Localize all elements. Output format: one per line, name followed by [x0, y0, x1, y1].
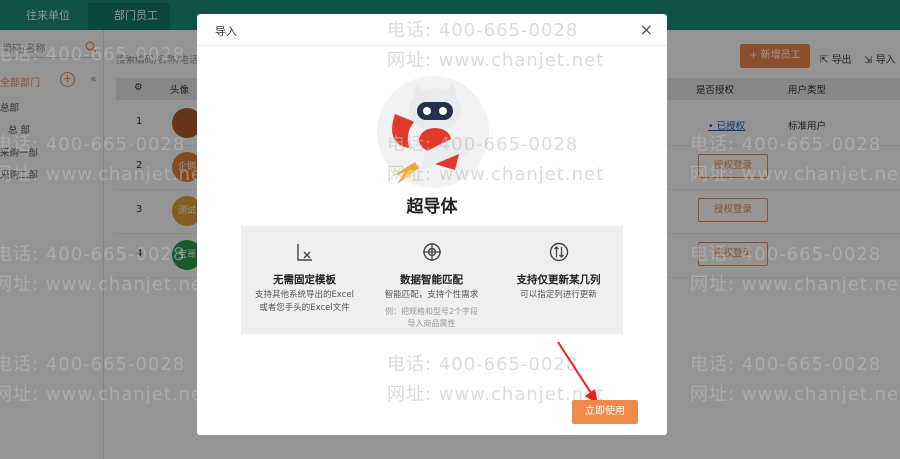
watermark: 电话: 400-665-0028 [387, 134, 579, 155]
watermark: 网址: www.chanjet.net [690, 384, 900, 405]
watermark: 网址: www.chanjet.net [690, 164, 900, 185]
watermark: 电话: 400-665-0028 [0, 134, 186, 155]
watermark: 网址: www.chanjet.net [0, 164, 212, 185]
watermark: 网址: www.chanjet.net [0, 274, 212, 295]
watermark: 电话: 400-665-0028 [0, 354, 186, 375]
use-now-button[interactable]: 立即使用 [572, 400, 638, 424]
watermark: 电话: 400-665-0028 [690, 134, 882, 155]
watermark: 电话: 400-665-0028 [387, 20, 579, 41]
watermark: 电话: 400-665-0028 [0, 244, 186, 265]
feature-update-columns: 支持仅更新某几列 可以指定列进行更新 [495, 226, 622, 334]
feature-note-line: 导入商品属性 [407, 319, 456, 328]
watermark: 电话: 400-665-0028 [690, 244, 882, 265]
watermark: 电话: 400-665-0028 [690, 354, 882, 375]
update-column-icon [549, 242, 568, 262]
feature-title: 数据智能匹配 [400, 274, 463, 286]
feature-title: 无需固定模板 [273, 274, 336, 286]
watermark: 网址: www.chanjet.net [690, 274, 900, 295]
close-icon[interactable]: × [640, 20, 653, 39]
feature-desc: 智能匹配，支持个性需求 [384, 290, 479, 300]
target-icon [422, 243, 441, 261]
watermark: 电话: 400-665-0028 [387, 354, 579, 375]
feature-smart-match: 数据智能匹配 智能匹配，支持个性需求 例：把规格和型号2个字段 导入商品属性 [368, 226, 495, 334]
feature-note-line: 例：把规格和型号2个字段 [384, 307, 479, 316]
feature-desc-line: 或者您手头的Excel文件 [259, 303, 350, 313]
watermark: 网址: www.chanjet.net [387, 164, 605, 185]
template-icon [296, 244, 312, 261]
watermark: 网址: www.chanjet.net [0, 384, 212, 405]
import-dialog: 导入 × 超导体 电话: 400-665-0028 网址: www.chanje… [197, 14, 667, 435]
feature-note: 例：把规格和型号2个字段 导入商品属性 [368, 306, 495, 330]
brand-title: 超导体 [406, 197, 458, 217]
feature-title: 支持仅更新某几列 [516, 274, 601, 286]
feature-desc: 可以指定列进行更新 [520, 290, 597, 300]
feature-panel: 无需固定模板 支持其他系统导出的Excel 或者您手头的Excel文件 数据智能… [241, 226, 623, 334]
dialog-title: 导入 [215, 25, 237, 38]
feature-no-template: 无需固定模板 支持其他系统导出的Excel 或者您手头的Excel文件 [241, 226, 368, 334]
watermark: 网址: www.chanjet.net [387, 50, 605, 71]
feature-desc-line: 支持其他系统导出的Excel [254, 290, 355, 300]
feature-desc: 支持其他系统导出的Excel 或者您手头的Excel文件 [241, 289, 368, 315]
watermark: 电话: 400-665-0028 [0, 44, 186, 65]
